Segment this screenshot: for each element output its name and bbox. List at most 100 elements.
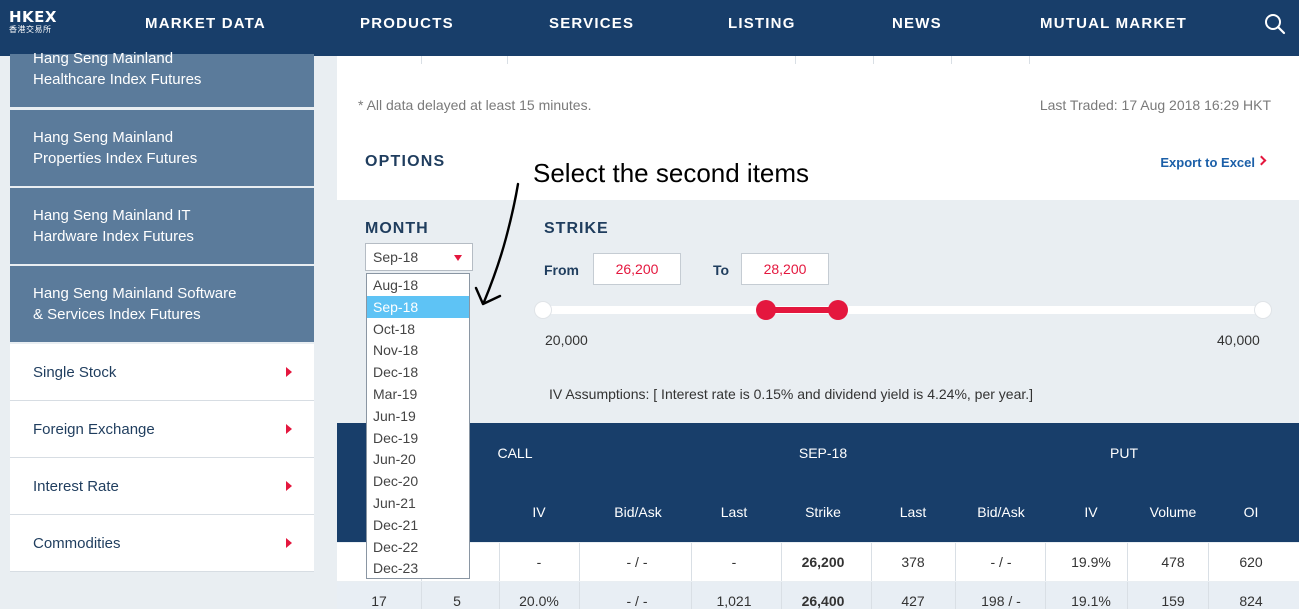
cell-bid-ask: - / - xyxy=(626,593,648,609)
month-option[interactable]: Aug-18 xyxy=(367,274,469,296)
sidebar-item-label: Hang Seng Mainland IT xyxy=(33,207,191,224)
cell-bid-ask-put: 198 / - xyxy=(981,593,1021,609)
col-volume-put: Volume xyxy=(1149,504,1197,520)
sidebar-item-label: Hang Seng Mainland xyxy=(33,50,174,67)
options-table-header: CALL SEP-18 PUT me IV Bid/Ask Last Strik… xyxy=(337,423,1299,542)
month-option[interactable]: Dec-22 xyxy=(367,536,469,558)
month-group-header: SEP-18 xyxy=(798,445,848,461)
month-option[interactable]: Dec-20 xyxy=(367,470,469,492)
table-row[interactable]: 17 5 20.0% - / - 1,021 26,400 427 198 / … xyxy=(337,582,1299,609)
sidebar-item-software[interactable]: Hang Seng Mainland Software & Services I… xyxy=(10,266,314,344)
month-option[interactable]: Dec-23 xyxy=(367,557,469,579)
sidebar-item-label: Hang Seng Mainland Software xyxy=(33,285,237,302)
logo-subtext: 香港交易所 xyxy=(9,25,52,34)
caret-right-icon xyxy=(286,367,292,377)
call-group-header: CALL xyxy=(497,445,533,461)
logo-text: HKEX xyxy=(9,8,57,26)
month-option[interactable]: Jun-21 xyxy=(367,492,469,514)
sidebar-item-properties[interactable]: Hang Seng Mainland Properties Index Futu… xyxy=(10,110,314,188)
month-option[interactable]: Oct-18 xyxy=(367,318,469,340)
col-iv: IV xyxy=(532,504,546,520)
chevron-right-icon xyxy=(1256,155,1267,166)
sidebar-item-label: Single Stock xyxy=(33,364,117,381)
strike-from-input[interactable]: 26,200 xyxy=(593,253,681,285)
cell-oi-put: 824 xyxy=(1239,593,1263,609)
nav-listing[interactable]: LISTING xyxy=(728,15,796,32)
cell-bid-ask-put: - / - xyxy=(990,554,1012,570)
cell-strike: 26,400 xyxy=(801,593,845,609)
slider-from-handle[interactable] xyxy=(756,300,777,320)
annotation-text: Select the second items xyxy=(533,158,810,188)
col-last-put: Last xyxy=(899,504,927,520)
month-dropdown-list: Aug-18 Sep-18 Oct-18 Nov-18 Dec-18 Mar-19 Jun-… xyxy=(366,273,470,579)
cell-last: 1,021 xyxy=(716,593,752,609)
cell-strike: 26,200 xyxy=(801,554,845,570)
month-option[interactable]: Dec-18 xyxy=(367,361,469,383)
cell-bid-ask: - / - xyxy=(626,554,648,570)
cell-iv: - xyxy=(536,554,542,570)
month-option[interactable]: Dec-21 xyxy=(367,514,469,536)
month-option[interactable]: Mar-19 xyxy=(367,383,469,405)
strike-to-input[interactable]: 28,200 xyxy=(741,253,829,285)
nav-products[interactable]: PRODUCTS xyxy=(360,15,454,32)
sidebar-item-foreign-exchange[interactable]: Foreign Exchange xyxy=(10,401,314,458)
col-oi-put: OI xyxy=(1243,504,1259,520)
cell-iv-put: 19.9% xyxy=(1071,554,1111,570)
hkex-logo[interactable]: HKEX 香港交易所 xyxy=(9,9,57,35)
top-nav: HKEX 香港交易所 MARKET DATA PRODUCTS SERVICES… xyxy=(0,0,1299,56)
slider-max-end xyxy=(1254,301,1272,319)
nav-market-data[interactable]: MARKET DATA xyxy=(145,15,266,32)
nav-news[interactable]: NEWS xyxy=(892,15,942,32)
month-option[interactable]: Nov-18 xyxy=(367,339,469,361)
col-last: Last xyxy=(720,504,748,520)
month-option[interactable]: Jun-20 xyxy=(367,448,469,470)
strike-title: STRIKE xyxy=(544,220,609,237)
main-content: * All data delayed at least 15 minutes. … xyxy=(337,56,1299,609)
sidebar-item-label: Commodities xyxy=(33,535,121,552)
sidebar-item-healthcare[interactable]: Hang Seng Mainland Healthcare Index Futu… xyxy=(10,50,314,109)
cell-oi-put: 620 xyxy=(1239,554,1263,570)
sidebar-item-label: Hardware Index Futures xyxy=(33,228,194,245)
sidebar-item-label: & Services Index Futures xyxy=(33,306,201,323)
col-bid-ask: Bid/Ask xyxy=(614,504,662,520)
cell-oi: 17 xyxy=(371,593,387,609)
export-excel-link[interactable]: Export to Excel xyxy=(1160,155,1255,170)
caret-down-icon xyxy=(454,255,462,261)
slider-to-handle[interactable] xyxy=(828,300,849,320)
sidebar-item-commodities[interactable]: Commodities xyxy=(10,515,314,572)
sidebar-item-it-hardware[interactable]: Hang Seng Mainland IT Hardware Index Fut… xyxy=(10,188,314,266)
table-row[interactable]: - - / - - 26,200 378 - / - 19.9% 478 620 xyxy=(337,543,1299,581)
iv-assumptions-note: IV Assumptions: [ Interest rate is 0.15%… xyxy=(549,386,1034,402)
options-title: OPTIONS xyxy=(365,153,446,170)
caret-right-icon xyxy=(286,481,292,491)
caret-right-icon xyxy=(286,424,292,434)
strike-slider-track[interactable] xyxy=(543,306,1263,314)
sidebar-item-single-stock[interactable]: Single Stock xyxy=(10,344,314,401)
month-selected-value: Sep-18 xyxy=(373,249,419,265)
cell-iv: 20.0% xyxy=(519,593,559,609)
search-icon[interactable] xyxy=(1264,13,1286,35)
sidebar-item-label: Healthcare Index Futures xyxy=(33,71,202,88)
nav-services[interactable]: SERVICES xyxy=(549,15,634,32)
month-option[interactable]: Jun-19 xyxy=(367,405,469,427)
col-iv-put: IV xyxy=(1084,504,1098,520)
to-label: To xyxy=(713,262,730,278)
month-option[interactable]: Dec-19 xyxy=(367,427,469,449)
sidebar-item-label: Properties Index Futures xyxy=(33,150,198,167)
sidebar-item-label: Foreign Exchange xyxy=(33,421,155,438)
table-top-remnant xyxy=(337,56,1299,64)
month-select[interactable]: Sep-18 xyxy=(365,243,473,271)
sidebar-item-interest-rate[interactable]: Interest Rate xyxy=(10,458,314,515)
from-label: From xyxy=(544,262,579,278)
col-bid-ask-put: Bid/Ask xyxy=(977,504,1025,520)
delay-note: * All data delayed at least 15 minutes. xyxy=(358,97,592,113)
caret-right-icon xyxy=(286,538,292,548)
sidebar-item-label: Interest Rate xyxy=(33,478,119,495)
last-traded: Last Traded: 17 Aug 2018 16:29 HKT xyxy=(1039,97,1271,113)
slider-min-end xyxy=(534,301,552,319)
month-title: MONTH xyxy=(365,220,429,237)
month-option[interactable]: Sep-18 xyxy=(367,295,469,318)
cell-volume-put: 159 xyxy=(1161,593,1185,609)
cell-last-put: 378 xyxy=(901,554,925,570)
nav-mutual-market[interactable]: MUTUAL MARKET xyxy=(1040,15,1187,32)
